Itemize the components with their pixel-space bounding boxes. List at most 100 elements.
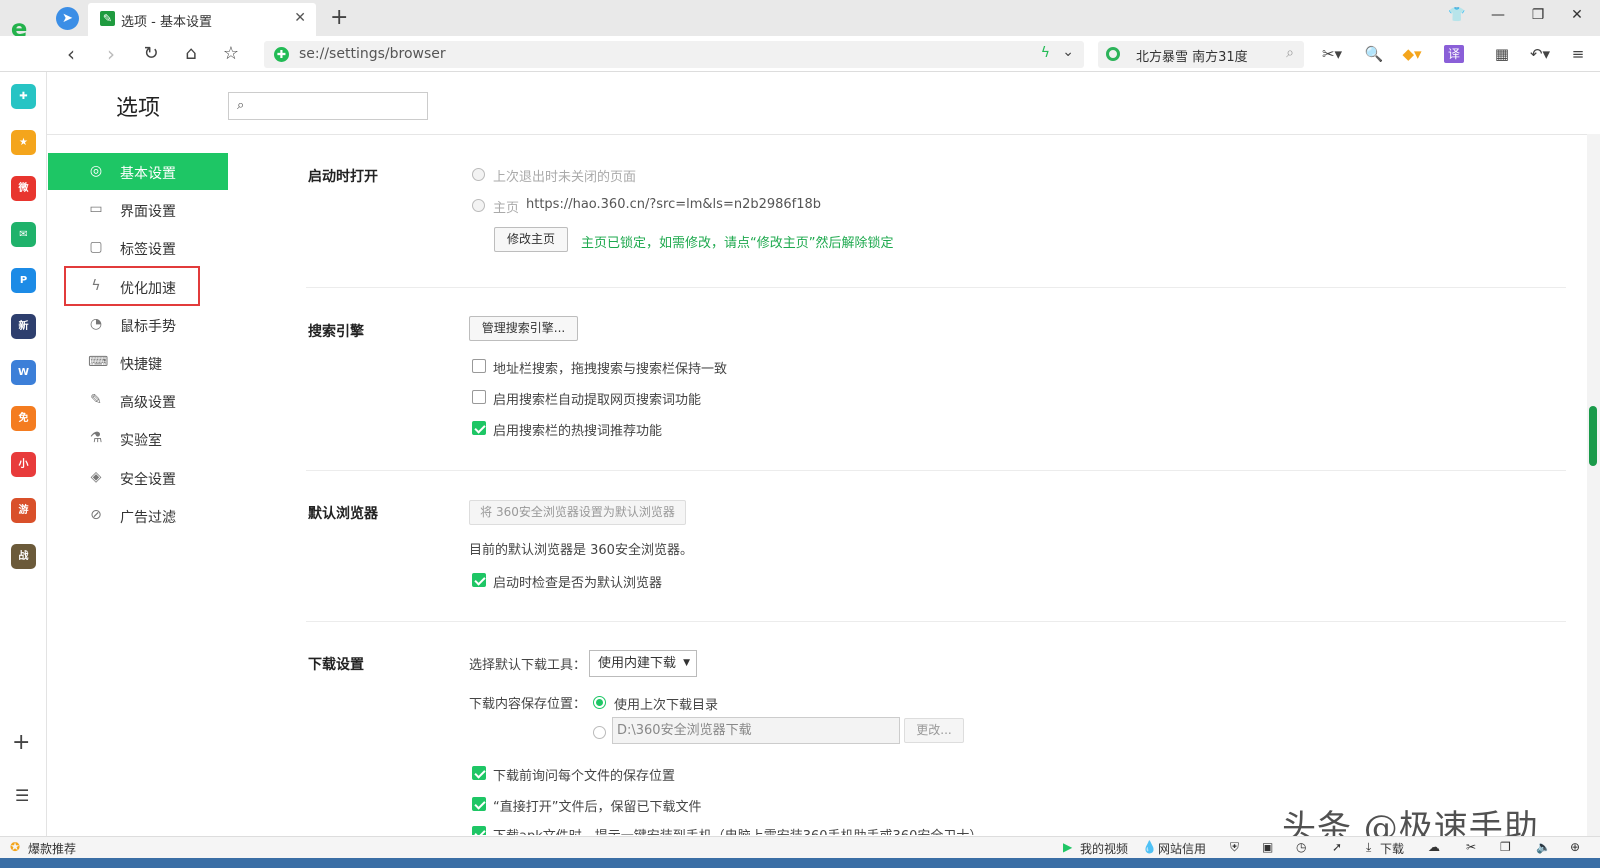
download-link[interactable]: 下载 <box>1380 840 1404 857</box>
settings-nav-item[interactable]: ◈ 安全设置 <box>48 459 228 496</box>
wallet-icon[interactable]: ◆▾ <box>1400 43 1424 65</box>
back-icon[interactable]: ‹ <box>58 42 84 66</box>
forward-icon[interactable]: › <box>98 42 124 66</box>
window-icon[interactable]: ❐ <box>1500 840 1511 854</box>
highlight-box <box>64 266 200 306</box>
settings-nav-item[interactable]: ◔ 鼠标手势 <box>48 306 228 343</box>
screenshot-icon[interactable]: ✂▾ <box>1320 43 1344 65</box>
address-bar[interactable]: ✚ se://settings/browser ϟ ⌄ <box>264 41 1084 68</box>
dock-app-red-icon[interactable]: 小 <box>11 452 36 477</box>
section-divider <box>306 287 1566 288</box>
home-icon[interactable]: ⌂ <box>178 42 204 66</box>
restore-icon[interactable]: ❐ <box>1526 7 1550 23</box>
apps-grid-icon[interactable]: ▦ <box>1490 43 1514 65</box>
bookmark-star-icon[interactable]: ☆ <box>218 42 244 66</box>
checkbox-check-default[interactable] <box>472 573 486 587</box>
dock-app-mail-icon[interactable]: ✉ <box>11 222 36 247</box>
checkbox-ask-location[interactable] <box>472 766 486 780</box>
search-box[interactable]: 北方暴雪 南方31度 ⌕ <box>1098 41 1304 68</box>
opt-apk-install-label: 下载apk文件时，提示一键安装到手机（电脑上需安装360手机助手或360安全卫士… <box>493 825 982 835</box>
radio-last-dir[interactable] <box>593 696 606 709</box>
sidebar-dock: + ☰ ✚ ★ 微 ✉ P 新 W 免小游战 <box>0 72 47 844</box>
tab-settings[interactable]: ✎ 选项 - 基本设置 ✕ <box>88 3 316 36</box>
dock-app-doc-icon[interactable]: W <box>11 360 36 385</box>
manage-search-engines-button[interactable]: 管理搜索引擎... <box>469 316 578 341</box>
hot-recommend-link[interactable]: 爆款推荐 <box>28 840 76 857</box>
scissors-icon[interactable]: ✂ <box>1466 840 1476 854</box>
download-tool-select[interactable]: 使用内建下载 ▼ <box>589 650 697 677</box>
rocket-icon[interactable]: ➚ <box>1332 840 1342 854</box>
settings-nav-item[interactable]: ✎ 高级设置 <box>48 382 228 419</box>
dock-app-news-icon[interactable]: 新 <box>11 314 36 339</box>
search-engine-icon[interactable] <box>1106 47 1120 61</box>
search-input[interactable]: 北方暴雪 南方31度 <box>1136 46 1248 65</box>
search-engine-section-label: 搜索引擎 <box>308 324 364 340</box>
new-tab-button[interactable]: + <box>330 5 348 31</box>
dock-app-game1-icon[interactable]: 游 <box>11 498 36 523</box>
find-icon[interactable]: 🔍 <box>1362 43 1386 65</box>
settings-nav-item[interactable]: ◎ 基本设置 <box>48 153 228 190</box>
vertical-scrollbar[interactable] <box>1587 134 1600 836</box>
address-url[interactable]: se://settings/browser <box>299 46 446 62</box>
checkbox-auto-extract[interactable] <box>472 390 486 404</box>
nav-item-icon: ◈ <box>90 468 102 485</box>
menu-icon[interactable]: ≡ <box>1566 43 1590 65</box>
checkbox-keep-file[interactable] <box>472 797 486 811</box>
speed-mode-icon[interactable]: ϟ <box>1041 45 1050 61</box>
tab-close-icon[interactable]: ✕ <box>294 10 306 26</box>
skin-icon[interactable]: 👕 <box>1445 7 1469 23</box>
dock-app-p-icon[interactable]: P <box>11 268 36 293</box>
minimize-icon[interactable]: — <box>1486 7 1510 23</box>
modify-homepage-button[interactable]: 修改主页 <box>494 227 568 252</box>
add-app-icon[interactable]: + <box>12 730 30 755</box>
sound-icon[interactable]: 🔈 <box>1536 840 1551 854</box>
dock-menu-icon[interactable]: ☰ <box>15 786 29 805</box>
settings-nav-item[interactable]: ⚗ 实验室 <box>48 420 228 457</box>
shield-icon[interactable]: ⛨ <box>1230 840 1239 855</box>
settings-nav-item[interactable]: ▭ 界面设置 <box>48 191 228 228</box>
download-path-input[interactable]: D:\360安全浏览器下载 <box>612 717 900 744</box>
translate-icon[interactable]: 译 <box>1444 45 1464 63</box>
set-default-browser-button[interactable]: 将 360安全浏览器设置为默认浏览器 <box>469 500 686 525</box>
cloud-icon[interactable]: ☁ <box>1428 840 1440 854</box>
download-icon[interactable]: ⤓ <box>1366 840 1371 855</box>
dock-app-game2-icon[interactable]: 战 <box>11 544 36 569</box>
undo-close-icon[interactable]: ↶▾ <box>1528 43 1552 65</box>
opt-last-dir-label: 使用上次下载目录 <box>614 698 719 713</box>
radio-homepage <box>472 199 485 212</box>
search-icon[interactable]: ⌕ <box>1286 45 1294 61</box>
nav-item-label: 安全设置 <box>120 471 176 488</box>
radio-custom-dir[interactable] <box>593 726 606 739</box>
dock-app-weibo-icon[interactable]: 微 <box>11 176 36 201</box>
os-taskbar <box>0 858 1600 868</box>
scrollbar-thumb[interactable] <box>1589 406 1597 466</box>
close-window-icon[interactable]: ✕ <box>1565 7 1589 23</box>
nav-item-label: 高级设置 <box>120 395 176 412</box>
zoom-icon[interactable]: ⊕ <box>1570 840 1580 854</box>
search-icon: ⌕ <box>237 98 245 113</box>
checkbox-hot-words[interactable] <box>472 421 486 435</box>
checkbox-apk-install[interactable] <box>472 826 486 835</box>
site-credit-link[interactable]: 网站信用 <box>1158 840 1206 857</box>
dock-app-novel-icon[interactable]: 免 <box>11 406 36 431</box>
settings-nav-item[interactable]: ⌨ 快捷键 <box>48 344 228 381</box>
dock-app-health-icon[interactable]: ✚ <box>11 84 36 109</box>
settings-nav-item[interactable]: ▢ 标签设置 <box>48 229 228 266</box>
tab-bar: e ➤ ✎ 选项 - 基本设置 ✕ + 👕 — ❐ ✕ <box>0 0 1600 43</box>
navigate-icon[interactable]: ➤ <box>56 7 79 30</box>
startup-section-label: 启动时打开 <box>308 169 378 185</box>
refresh-icon[interactable]: ↻ <box>138 42 164 66</box>
chevron-down-icon[interactable]: ⌄ <box>1062 44 1074 60</box>
dock-app-favorites-icon[interactable]: ★ <box>11 130 36 155</box>
nav-item-icon: ✎ <box>90 392 102 409</box>
hot-icon: ✪ <box>10 840 21 854</box>
speed-icon[interactable]: ◷ <box>1296 840 1306 854</box>
change-path-button[interactable]: 更改... <box>904 718 964 743</box>
settings-search-input[interactable]: ⌕ <box>228 92 428 120</box>
settings-nav-item[interactable]: ⊘ 广告过滤 <box>48 497 228 534</box>
nav-item-icon: ▢ <box>89 239 103 256</box>
image-icon[interactable]: ▣ <box>1262 840 1273 854</box>
opt-check-default-label: 启动时检查是否为默认浏览器 <box>493 576 663 591</box>
checkbox-addressbar-search[interactable] <box>472 359 486 373</box>
my-video-link[interactable]: 我的视频 <box>1080 840 1128 857</box>
